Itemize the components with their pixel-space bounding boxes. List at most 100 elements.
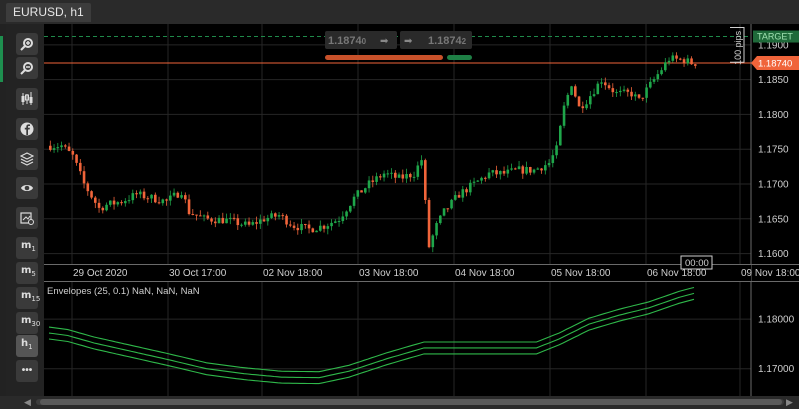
candle-body [281,215,285,217]
candle-body [547,163,551,166]
buy-volume-bar [447,55,472,60]
candle-body [514,168,517,170]
scroll-left-icon[interactable]: ◀ [24,396,31,409]
candle-body [390,172,393,174]
chart-area[interactable]: 1.1900 1.1850 1.1800 1.1750 1.1700 1.165… [44,24,799,396]
chart-toolbar: m1 m5 m15 m30 h1 ••• [6,24,44,396]
candle-body [600,82,603,84]
candle-body [540,168,543,171]
candle-body [289,224,292,226]
horizontal-scrollbar[interactable]: ◀ ▶ [0,396,799,409]
candle-body [240,224,243,226]
zoom-in-button[interactable] [16,33,38,55]
chart-tab[interactable]: EURUSD, h1 [6,3,91,22]
candle-body [570,86,573,95]
candle-body [52,148,56,150]
price-tick-label: 1.1600 [758,249,789,260]
candle-body [596,83,600,95]
candle-body [244,221,247,225]
candle-body [266,217,270,222]
candle-body [694,64,697,66]
candle-body [326,226,330,229]
candle-body [671,55,675,61]
view-button[interactable] [16,177,38,199]
candle-body [487,172,491,179]
candle-body [397,174,401,178]
price-tick-label: 1.1700 [758,180,789,191]
candle-body [619,90,622,93]
candle-body [652,79,656,82]
candle-body [142,191,146,199]
candle-body [679,58,682,60]
candle-body [109,200,112,205]
candle-body [101,207,105,211]
candle-body [341,216,345,222]
candle-body [476,180,480,182]
candle-body [607,85,611,89]
candle-body [176,192,180,198]
candle-body [172,192,176,196]
chart-type-button[interactable] [16,88,38,110]
candle-body [675,55,678,59]
scroll-thumb[interactable] [40,399,782,405]
candle-body [360,190,363,193]
price-tick-label: 1.1750 [758,145,789,156]
candle-body [120,202,123,204]
candle-body [465,189,468,193]
candle-body [210,218,213,222]
candle-body [150,194,153,199]
zoom-out-button[interactable] [16,57,38,79]
candle-body [334,221,337,223]
candle-body [375,176,378,182]
candle-body [626,89,630,92]
candle-body [525,167,528,174]
candle-body [592,94,596,97]
candle-body [634,94,637,97]
layers-button[interactable] [16,148,38,170]
more-button[interactable]: ••• [16,360,38,382]
candle-body [472,181,476,183]
candle-body [165,199,168,201]
candle-body [386,173,390,175]
candle-body [221,217,225,224]
candle-body [450,199,453,209]
candle-body [574,86,577,97]
candle-body [292,225,296,228]
candle-body [491,170,495,173]
timeframe-m5-button[interactable]: m5 [16,262,38,284]
price-tick-label: 1.1650 [758,214,789,225]
time-tick-label: 05 Nov 18:00 [551,268,611,279]
candle-body [184,195,187,200]
timeframe-m1-button[interactable]: m1 [16,237,38,259]
candle-body [495,170,498,175]
candle-body [615,92,618,94]
candle-body [536,168,540,170]
candle-body [420,160,423,166]
candle-body [232,217,236,219]
candle-body [161,199,165,204]
candle-body [139,191,142,195]
candle-body [307,224,311,229]
candle-body [214,221,217,224]
candle-body [581,106,585,109]
candle-body [349,205,352,212]
time-tick-label: 06 Nov 18:00 [647,268,707,279]
candle-body [187,199,191,215]
candle-body [622,89,626,91]
scroll-right-icon[interactable]: ▶ [786,396,793,409]
candle-body [195,214,198,216]
social-button[interactable] [16,118,38,140]
candle-body [469,182,472,193]
price-chart-svg[interactable]: 1.1900 1.1850 1.1800 1.1750 1.1700 1.165… [44,24,799,396]
object-settings-button[interactable] [16,207,38,229]
zoom-in-icon [20,38,33,51]
candle-body [637,94,641,98]
candle-body [562,105,566,126]
timeframe-h1-button[interactable]: h1 [16,335,38,357]
candle-body [555,145,558,156]
candle-body [686,58,690,64]
timeframe-m30-button[interactable]: m30 [16,312,40,334]
timeframe-m15-button[interactable]: m15 [16,287,40,309]
candle-body [529,167,532,173]
candle-body [394,172,397,178]
